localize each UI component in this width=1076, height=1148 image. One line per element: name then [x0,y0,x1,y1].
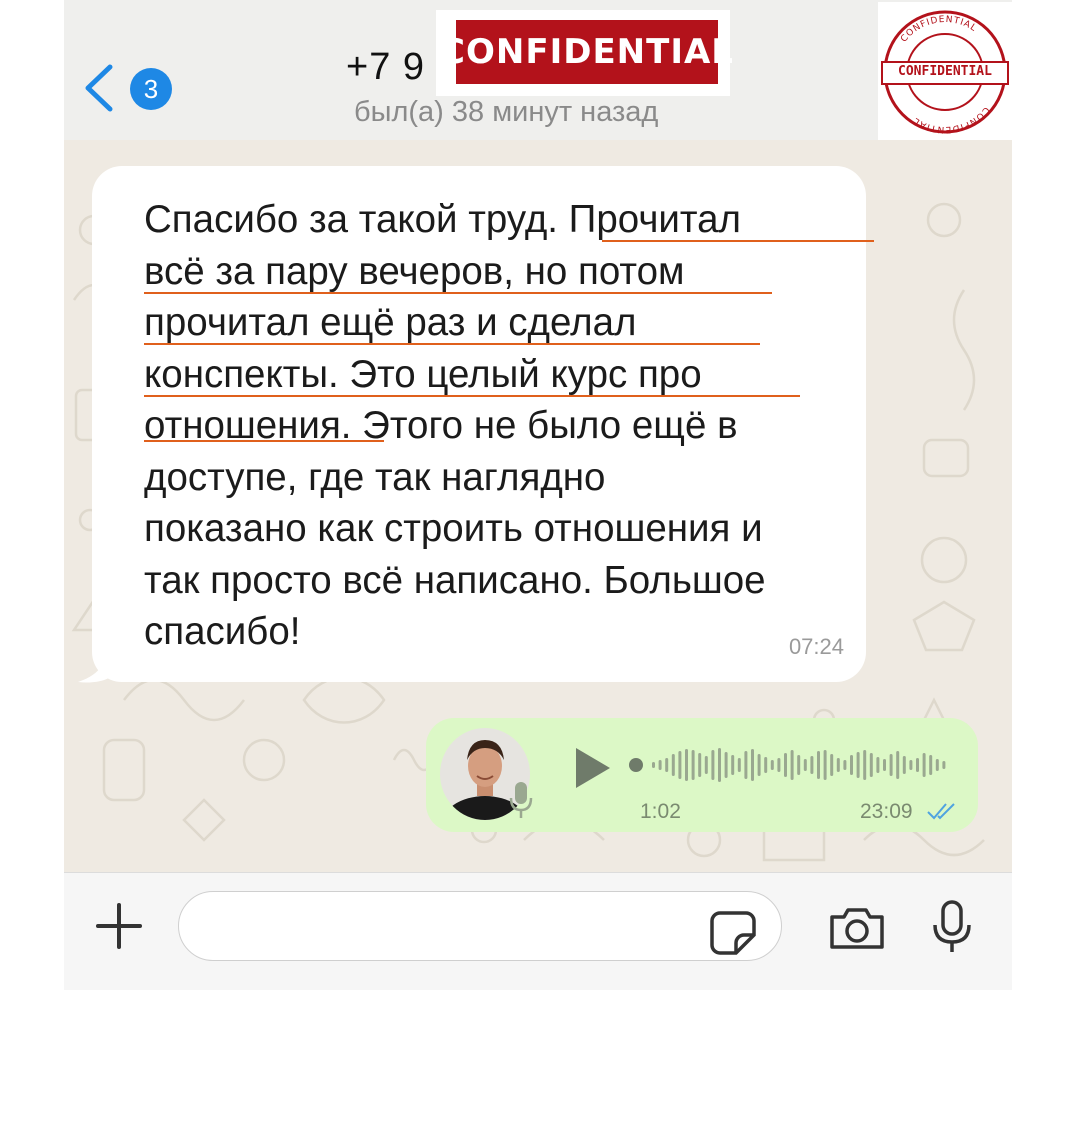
sticker-icon[interactable] [710,909,756,955]
round-stamp-label: CONFIDENTIAL [898,64,992,79]
message-line: спасибо! [144,610,301,653]
waveform-bar [685,749,688,781]
waveform-bar [883,759,886,771]
waveform-bar [790,750,794,780]
waveform-bar [665,758,669,772]
voice-waveform[interactable] [628,740,958,790]
contact-title[interactable]: +7 9 [346,46,425,89]
waveform-bar [876,757,880,773]
waveform-bar [691,750,695,780]
chat-header: 3 +7 9 был(а) 38 минут назад CONFIDENTIA… [64,0,1012,140]
incoming-message-bubble[interactable]: Спасибо за такой труд. Прочитал всё за п… [92,166,874,682]
last-seen-status: был(а) 38 минут назад [354,96,659,128]
voice-timestamp: 23:09 [860,800,913,823]
waveform-bar [757,754,761,776]
waveform-bar [856,752,860,778]
waveform-bar [671,754,675,776]
voice-duration: 1:02 [640,800,681,823]
waveform-bar [737,758,741,772]
confidential-stamp-label: CONFIDENTIAL [440,20,733,84]
message-composer [64,872,1012,990]
waveform-bar [830,754,834,776]
waveform-bar [817,751,820,779]
message-line: прочитал ещё раз и сделал [144,301,637,344]
message-line: так просто всё написано. Большое [144,558,766,602]
plus-icon[interactable] [94,901,144,951]
camera-icon[interactable] [828,905,886,951]
highlight-underline [144,440,384,442]
back-chevron-icon [85,64,113,112]
message-timestamp: 07:24 [788,634,844,659]
highlight-underline [144,292,772,294]
highlight-underline [144,395,800,397]
waveform-bar [764,757,768,773]
waveform-bar [922,753,926,777]
waveform-bar [823,750,827,780]
unread-count-badge: 3 [130,68,172,110]
waveform-bar [751,749,754,781]
back-button[interactable]: 3 [82,58,172,118]
waveform-bar [803,759,807,771]
confidential-round-stamp: CONFIDENTIAL CONFIDENTIAL CONFIDENTIAL [878,2,1012,140]
waveform-bar [836,758,840,772]
waveform-bar [652,762,655,768]
waveform-bar [810,756,814,774]
waveform-bar [869,753,873,777]
waveform-bar [935,759,939,771]
waveform-bar [711,750,715,780]
confidential-stamp: CONFIDENTIAL [436,10,733,96]
incoming-message-text: Спасибо за такой труд. Прочитал всё за п… [144,194,864,658]
waveform-bar [770,760,774,770]
microphone-icon[interactable] [930,899,974,955]
waveform-bar [731,755,735,775]
waveform-bar [718,748,721,782]
message-line: показано как строить отношения и [144,507,763,550]
highlight-underline [144,343,760,345]
message-line: конспекты. Это целый курс про [144,352,702,396]
waveform-bar [777,758,781,772]
waveform-bar [678,751,682,779]
waveform-bar [916,758,919,772]
waveform-bar [896,751,900,779]
message-input[interactable] [178,891,782,961]
waveform-bar [698,753,702,777]
outgoing-voice-message[interactable]: 1:02 23:09 [426,718,978,832]
waveform-bar [724,752,728,778]
waveform-bar [863,750,867,780]
waveform-bar [658,760,662,770]
waveform-bar [929,755,933,775]
chat-screen: 3 +7 9 был(а) 38 минут назад CONFIDENTIA… [64,0,1012,990]
highlight-underline [602,240,874,242]
microphone-icon [509,782,533,818]
waveform-bar [902,756,906,774]
message-line: всё за пару вечеров, но потом [144,249,685,293]
message-line: Спасибо за такой труд. Прочитал [144,198,741,241]
waveform-bar [797,755,801,775]
waveform-bar [909,760,913,770]
waveform-bar [889,754,893,776]
waveform-bar [704,756,708,774]
waveform-bar [744,751,748,779]
message-line: отношения. Этого не было ещё в [144,404,738,447]
message-line: доступе, где так наглядно [144,455,606,499]
waveform-bar [843,760,847,770]
waveform-bar [942,761,946,769]
read-ticks-icon [927,803,955,820]
play-icon[interactable] [572,746,612,790]
waveform-bar [784,753,787,777]
waveform-bar [850,755,853,775]
